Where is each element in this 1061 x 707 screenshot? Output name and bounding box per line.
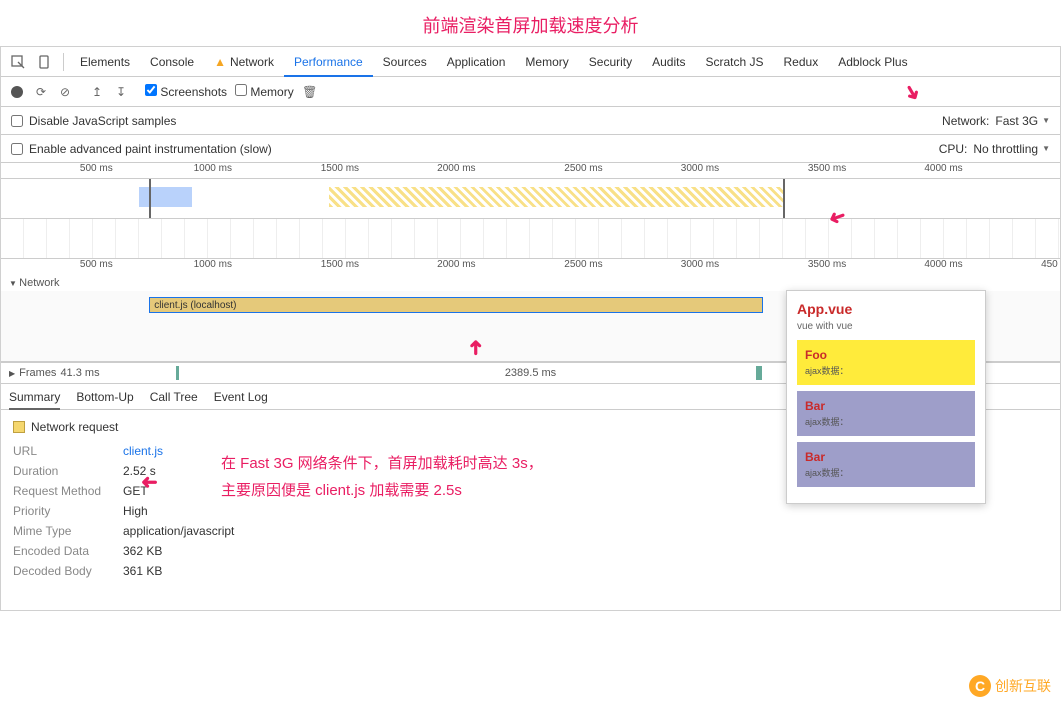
frame-mark (176, 366, 179, 380)
preview-subtitle: vue with vue (797, 321, 975, 332)
device-icon[interactable] (35, 53, 53, 71)
record-button[interactable] (9, 84, 25, 100)
main-toolbar: Elements Console ▲Network Performance So… (1, 47, 1060, 77)
frames-short-value: 41.3 ms (60, 367, 99, 379)
separator (63, 53, 64, 71)
kv-key: Duration (13, 464, 113, 478)
detail-tab-bottom-up[interactable]: Bottom-Up (76, 390, 133, 404)
url-link[interactable]: client.js (123, 444, 163, 458)
screenshots-checkbox[interactable]: Screenshots (145, 84, 227, 99)
tab-redux[interactable]: Redux (774, 47, 829, 77)
kv-key: Priority (13, 504, 113, 518)
kv-key: Encoded Data (13, 544, 113, 558)
ruler-tick: 4000 ms (924, 163, 962, 174)
frame-mark (756, 366, 762, 380)
kv-value: 362 KB (123, 544, 162, 558)
ruler-tick: 450 (1041, 259, 1058, 270)
flamechart-ruler[interactable]: 500 ms 1000 ms 1500 ms 2000 ms 2500 ms 3… (1, 259, 1060, 275)
preview-block: Fooajax数据： (797, 340, 975, 385)
ruler-tick: 500 ms (80, 163, 113, 174)
tab-sources[interactable]: Sources (373, 47, 437, 77)
disable-js-checkbox[interactable]: Disable JavaScript samples (11, 114, 176, 128)
annotation-body: 在 Fast 3G 网络条件下，首屏加载耗时高达 3s， 主要原因便是 clie… (221, 450, 543, 504)
tab-adblock[interactable]: Adblock Plus (828, 47, 917, 77)
annotation-title: 前端渲染首屏加载速度分析 (0, 0, 1061, 46)
ruler-tick: 3500 ms (808, 163, 846, 174)
tab-network[interactable]: ▲Network (204, 47, 284, 77)
ruler-tick: 2500 ms (564, 259, 602, 270)
tab-memory[interactable]: Memory (515, 47, 578, 77)
ruler-tick: 1500 ms (321, 163, 359, 174)
overview-ruler[interactable]: 500 ms 1000 ms 1500 ms 2000 ms 2500 ms 3… (1, 163, 1060, 179)
detail-tab-event-log[interactable]: Event Log (214, 390, 268, 404)
tab-audits[interactable]: Audits (642, 47, 695, 77)
network-section-label[interactable]: Network (1, 275, 1060, 291)
kv-key: Request Method (13, 484, 113, 498)
ruler-tick: 1000 ms (194, 259, 232, 270)
ruler-tick: 500 ms (80, 259, 113, 270)
clear-icon[interactable]: ⊘ (57, 84, 73, 100)
ruler-tick: 3000 ms (681, 163, 719, 174)
ruler-tick: 4000 ms (924, 259, 962, 270)
frames-label: Frames (19, 367, 56, 379)
viewport-window[interactable] (149, 179, 784, 218)
enable-paint-checkbox[interactable]: Enable advanced paint instrumentation (s… (11, 142, 272, 156)
ruler-tick: 3500 ms (808, 259, 846, 270)
reload-icon[interactable]: ⟳ (33, 84, 49, 100)
detail-tab-summary[interactable]: Summary (9, 384, 60, 410)
options-row-2: Enable advanced paint instrumentation (s… (1, 135, 1060, 163)
network-throttle-select[interactable]: Fast 3G▼ (995, 114, 1050, 128)
ruler-tick: 2000 ms (437, 259, 475, 270)
tab-console[interactable]: Console (140, 47, 204, 77)
memory-checkbox[interactable]: Memory (235, 84, 294, 99)
preview-block: Barajax数据： (797, 391, 975, 436)
trash-icon[interactable]: 🗑 (302, 84, 318, 100)
panel-tabs: Elements Console ▲Network Performance So… (70, 47, 918, 77)
ruler-tick: 1000 ms (194, 163, 232, 174)
upload-icon[interactable]: ↥ (89, 84, 105, 100)
cpu-throttle-select[interactable]: No throttling▼ (973, 142, 1050, 156)
ruler-tick: 3000 ms (681, 259, 719, 270)
detail-tab-call-tree[interactable]: Call Tree (150, 390, 198, 404)
ruler-tick: 1500 ms (321, 259, 359, 270)
chevron-down-icon: ▼ (1042, 116, 1050, 125)
warning-icon: ▲ (214, 55, 226, 69)
kv-key: Decoded Body (13, 564, 113, 578)
chevron-down-icon: ▼ (1042, 144, 1050, 153)
tab-elements[interactable]: Elements (70, 47, 140, 77)
tab-scratch-js[interactable]: Scratch JS (695, 47, 773, 77)
network-throttle-label: Network: (942, 114, 989, 128)
kv-value: application/javascript (123, 524, 234, 538)
tab-application[interactable]: Application (437, 47, 516, 77)
annotation-arrow: ➜ (463, 339, 488, 356)
preview-title: App.vue (797, 301, 975, 317)
annotation-arrow: ➜ (141, 470, 158, 495)
download-icon[interactable]: ↧ (113, 84, 129, 100)
screenshot-preview-popup: App.vue vue with vue Fooajax数据： Barajax数… (786, 290, 986, 504)
watermark-logo: C 创新互联 (969, 675, 1051, 697)
tab-security[interactable]: Security (579, 47, 642, 77)
options-row-1: Disable JavaScript samples Network: Fast… (1, 107, 1060, 135)
overview-strip[interactable] (1, 179, 1060, 219)
preview-block: Barajax数据： (797, 442, 975, 487)
kv-key: URL (13, 444, 113, 458)
logo-icon: C (969, 675, 991, 697)
color-swatch-icon (13, 421, 25, 433)
screenshots-strip[interactable] (1, 219, 1060, 259)
kv-key: Mime Type (13, 524, 113, 538)
kv-value: 361 KB (123, 564, 162, 578)
ruler-tick: 2000 ms (437, 163, 475, 174)
tab-performance[interactable]: Performance (284, 47, 373, 77)
kv-value: High (123, 504, 148, 518)
cpu-throttle-label: CPU: (939, 142, 968, 156)
network-request-bar[interactable]: client.js (localhost) (149, 297, 763, 313)
inspect-icon[interactable] (9, 53, 27, 71)
ruler-tick: 2500 ms (564, 163, 602, 174)
